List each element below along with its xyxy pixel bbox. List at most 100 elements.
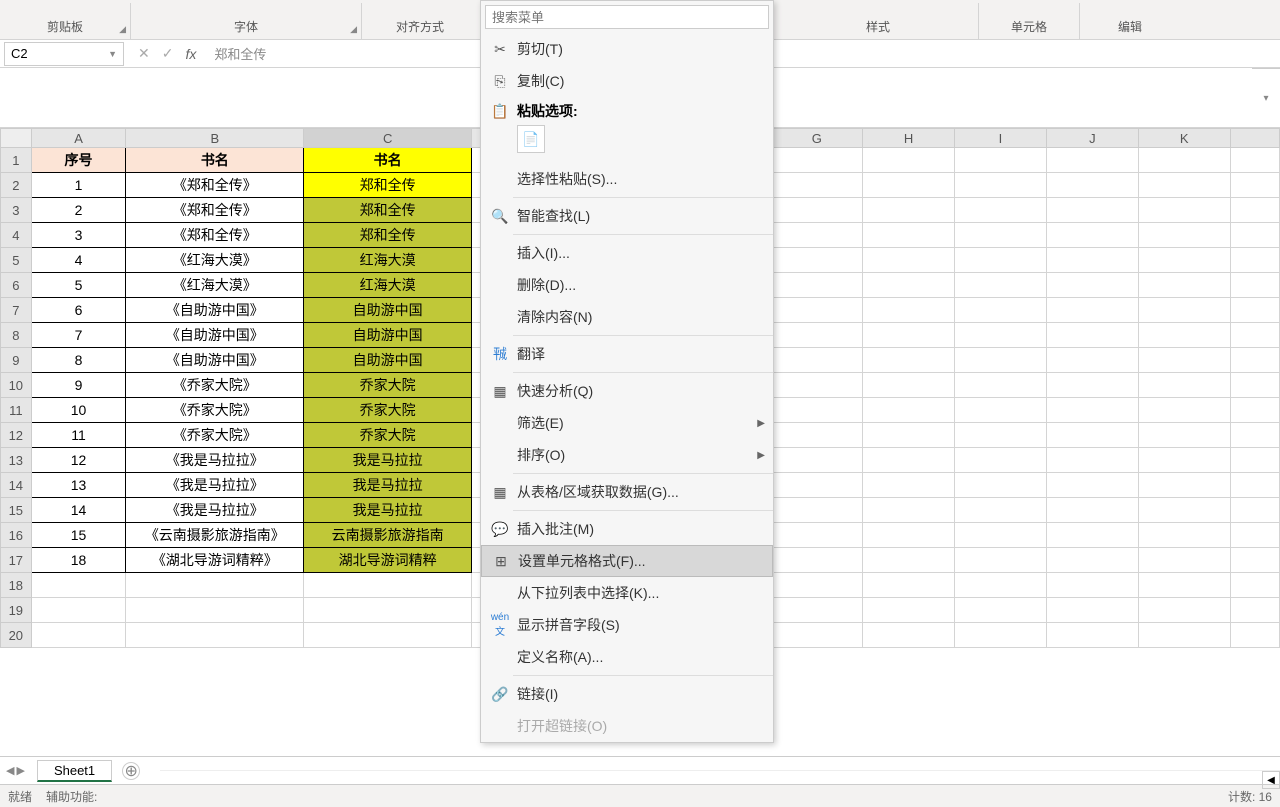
cell-B10[interactable]: 《乔家大院》 (126, 373, 304, 398)
cell-B7[interactable]: 《自助游中国》 (126, 298, 304, 323)
cell-B2[interactable]: 《郑和全传》 (126, 173, 304, 198)
cell-C2[interactable]: 郑和全传 (304, 173, 472, 198)
col-header-J[interactable]: J (1047, 128, 1139, 148)
row-header-1[interactable]: 1 (0, 148, 32, 173)
cell-A2[interactable]: 1 (32, 173, 127, 198)
row-header-19[interactable]: 19 (0, 598, 32, 623)
paste-option-default[interactable]: 📄 (517, 125, 545, 153)
ctx-format-cells[interactable]: ⊞设置单元格格式(F)... (481, 545, 773, 577)
sheet-nav-prev[interactable]: ◀ (6, 764, 14, 777)
cell-A11[interactable]: 10 (32, 398, 127, 423)
row-header-14[interactable]: 14 (0, 473, 32, 498)
row-header-17[interactable]: 17 (0, 548, 32, 573)
cell-B13[interactable]: 《我是马拉拉》 (126, 448, 304, 473)
cell-B11[interactable]: 《乔家大院》 (126, 398, 304, 423)
col-header-B[interactable]: B (126, 128, 304, 148)
cell-C6[interactable]: 红海大漠 (304, 273, 472, 298)
cell-A15[interactable]: 14 (32, 498, 127, 523)
cell-C7[interactable]: 自助游中国 (304, 298, 472, 323)
ctx-translate[interactable]: ㍻翻译 (481, 338, 773, 370)
row-header-12[interactable]: 12 (0, 423, 32, 448)
cell-C17[interactable]: 湖北导游词精粹 (304, 548, 472, 573)
row-header-2[interactable]: 2 (0, 173, 32, 198)
cell-C12[interactable]: 乔家大院 (304, 423, 472, 448)
row-header-9[interactable]: 9 (0, 348, 32, 373)
cell-B17[interactable]: 《湖北导游词精粹》 (126, 548, 304, 573)
cell-C13[interactable]: 我是马拉拉 (304, 448, 472, 473)
cell-C14[interactable]: 我是马拉拉 (304, 473, 472, 498)
row-header-13[interactable]: 13 (0, 448, 32, 473)
row-header-8[interactable]: 8 (0, 323, 32, 348)
row-header-16[interactable]: 16 (0, 523, 32, 548)
row-header-7[interactable]: 7 (0, 298, 32, 323)
cell-A9[interactable]: 8 (32, 348, 127, 373)
ctx-filter[interactable]: 筛选(E)▶ (481, 407, 773, 439)
cell-B15[interactable]: 《我是马拉拉》 (126, 498, 304, 523)
ctx-delete[interactable]: 删除(D)... (481, 269, 773, 301)
ctx-pick-list[interactable]: 从下拉列表中选择(K)... (481, 577, 773, 609)
cell-C15[interactable]: 我是马拉拉 (304, 498, 472, 523)
formula-bar-expand[interactable]: ▾ (1252, 68, 1280, 127)
cell-A1[interactable]: 序号 (32, 148, 127, 173)
row-header-4[interactable]: 4 (0, 223, 32, 248)
row-header-20[interactable]: 20 (0, 623, 32, 648)
cell-C9[interactable]: 自助游中国 (304, 348, 472, 373)
cell-A7[interactable]: 6 (32, 298, 127, 323)
cell-A8[interactable]: 7 (32, 323, 127, 348)
col-header-L[interactable] (1231, 128, 1280, 148)
ctx-define-name[interactable]: 定义名称(A)... (481, 641, 773, 673)
cell-B6[interactable]: 《红海大漠》 (126, 273, 304, 298)
ctx-insert[interactable]: 插入(I)... (481, 237, 773, 269)
row-header-18[interactable]: 18 (0, 573, 32, 598)
sheet-tab-1[interactable]: Sheet1 (37, 760, 112, 782)
row-header-6[interactable]: 6 (0, 273, 32, 298)
ctx-clear[interactable]: 清除内容(N) (481, 301, 773, 333)
cell-C3[interactable]: 郑和全传 (304, 198, 472, 223)
cell-B14[interactable]: 《我是马拉拉》 (126, 473, 304, 498)
col-header-I[interactable]: I (955, 128, 1047, 148)
cell-B5[interactable]: 《红海大漠》 (126, 248, 304, 273)
cell-C10[interactable]: 乔家大院 (304, 373, 472, 398)
col-header-G[interactable]: G (771, 128, 863, 148)
cell-A3[interactable]: 2 (32, 198, 127, 223)
add-sheet-button[interactable]: ⊕ (122, 762, 140, 780)
col-header-K[interactable]: K (1139, 128, 1231, 148)
cell-A16[interactable]: 15 (32, 523, 127, 548)
ctx-sort[interactable]: 排序(O)▶ (481, 439, 773, 471)
ctx-link[interactable]: 🔗链接(I) (481, 678, 773, 710)
cell-C1[interactable]: 书名 (304, 148, 472, 173)
cell-C11[interactable]: 乔家大院 (304, 398, 472, 423)
context-menu-search[interactable] (485, 5, 769, 29)
select-all-corner[interactable] (0, 128, 32, 148)
cell-A4[interactable]: 3 (32, 223, 127, 248)
ctx-from-table[interactable]: ▦从表格/区域获取数据(G)... (481, 476, 773, 508)
cell-B8[interactable]: 《自助游中国》 (126, 323, 304, 348)
col-header-A[interactable]: A (32, 128, 127, 148)
cell-B12[interactable]: 《乔家大院》 (126, 423, 304, 448)
cell-A10[interactable]: 9 (32, 373, 127, 398)
cell-C8[interactable]: 自助游中国 (304, 323, 472, 348)
font-dialog-launcher[interactable]: ◢ (350, 24, 357, 35)
row-header-3[interactable]: 3 (0, 198, 32, 223)
worksheet-grid[interactable]: A B C G H I J K 1 序号 书名 书名 21《郑和全传》郑和全传3… (0, 128, 1280, 756)
fx-icon[interactable]: fx (185, 46, 196, 62)
accept-icon[interactable]: ✓ (162, 45, 174, 62)
ctx-paste-special[interactable]: 选择性粘贴(S)... (481, 163, 773, 195)
col-header-C[interactable]: C (304, 128, 472, 148)
row-header-15[interactable]: 15 (0, 498, 32, 523)
row-header-10[interactable]: 10 (0, 373, 32, 398)
cell-C4[interactable]: 郑和全传 (304, 223, 472, 248)
cell-B16[interactable]: 《云南摄影旅游指南》 (126, 523, 304, 548)
cell-B3[interactable]: 《郑和全传》 (126, 198, 304, 223)
cell-A14[interactable]: 13 (32, 473, 127, 498)
ctx-cut[interactable]: ✂剪切(T) (481, 33, 773, 65)
cell-C16[interactable]: 云南摄影旅游指南 (304, 523, 472, 548)
cell-A13[interactable]: 12 (32, 448, 127, 473)
chevron-down-icon[interactable]: ▼ (108, 49, 117, 59)
hscroll-left[interactable]: ◀ (1262, 771, 1280, 789)
cell-A6[interactable]: 5 (32, 273, 127, 298)
cancel-icon[interactable]: ✕ (138, 45, 150, 62)
cell-C5[interactable]: 红海大漠 (304, 248, 472, 273)
ctx-quick-analysis[interactable]: ▦快速分析(Q) (481, 375, 773, 407)
clipboard-dialog-launcher[interactable]: ◢ (119, 24, 126, 35)
